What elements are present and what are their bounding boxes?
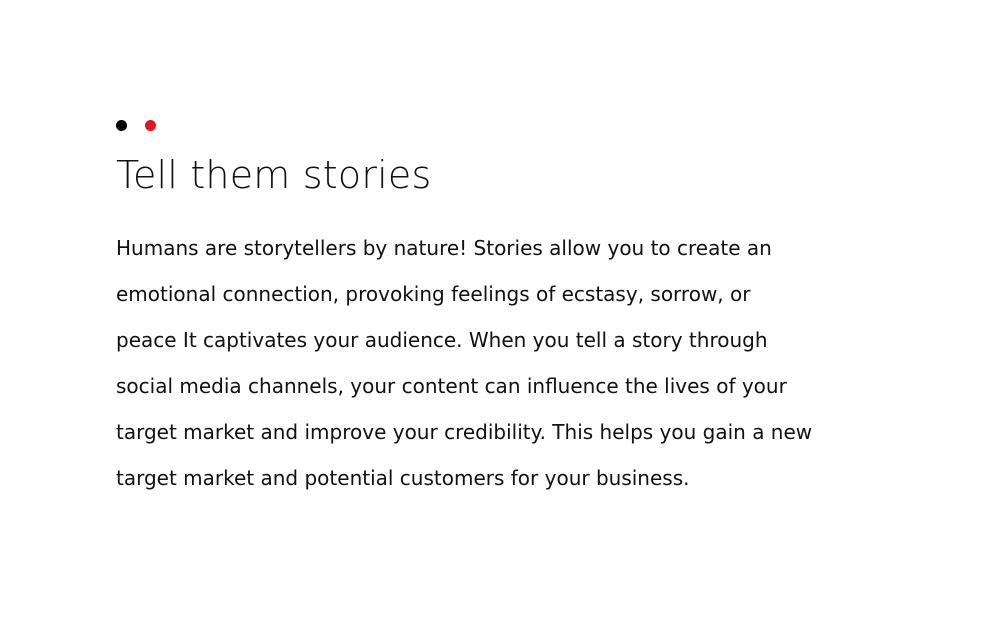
- paragraph-line: target market and potential customers fo…: [116, 466, 690, 490]
- section-title: Tell them stories: [116, 153, 432, 197]
- section-paragraph: Humans are storytellers by nature! Stori…: [116, 225, 891, 501]
- paragraph-line: target market and improve your credibili…: [116, 420, 813, 444]
- paragraph-line: emotional connection, provoking feelings…: [116, 282, 751, 306]
- paragraph-line: social media channels, your content can …: [116, 374, 787, 398]
- red-dot-icon: [145, 120, 156, 131]
- black-dot-icon: [116, 120, 127, 131]
- paragraph-line: Humans are storytellers by nature! Stori…: [116, 236, 772, 260]
- article-section: Tell them stories Humans are storyteller…: [116, 120, 936, 501]
- decorative-dots: [116, 120, 936, 131]
- paragraph-line: peace It captivates your audience. When …: [116, 328, 768, 352]
